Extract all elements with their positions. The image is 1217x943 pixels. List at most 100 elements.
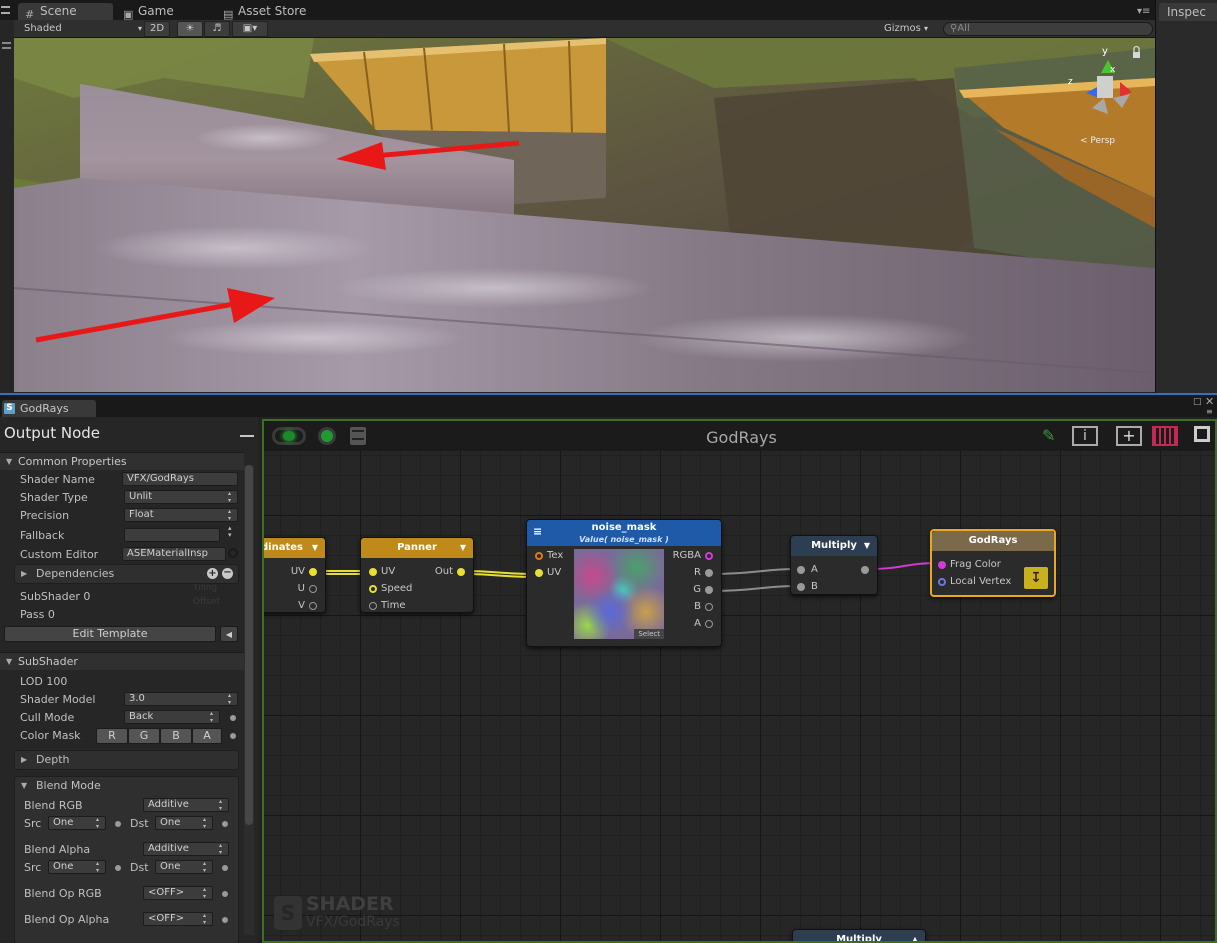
- template-menu-button[interactable]: ◀: [220, 626, 238, 642]
- color-mask-g-toggle[interactable]: G: [128, 728, 160, 744]
- texcoord-u-output-pin[interactable]: [309, 585, 317, 593]
- tab-options-icon[interactable]: ≡: [1206, 407, 1213, 416]
- panner-node-header[interactable]: Panner ▼: [361, 538, 473, 558]
- godrays-node-header[interactable]: GodRays: [932, 531, 1054, 551]
- panel-menu-icon[interactable]: [1, 6, 10, 14]
- graph-canvas[interactable]: GodRays ✎ i + dinates ▼ UV U V Panner ▼ …: [262, 419, 1217, 943]
- panner-time-input-pin[interactable]: [369, 602, 377, 610]
- tab-game[interactable]: ▣ Game: [116, 3, 216, 21]
- audio-toggle-button[interactable]: ♬: [204, 21, 230, 37]
- tab-inspector[interactable]: Inspec: [1159, 3, 1217, 21]
- blend-rgb-src-inline-toggle[interactable]: [115, 821, 121, 827]
- blend-op-rgb-dropdown[interactable]: <OFF>: [143, 886, 213, 900]
- blend-alpha-dst-inline-toggle[interactable]: [222, 865, 228, 871]
- noise-a-output-pin[interactable]: [705, 620, 713, 628]
- maximize-icon[interactable]: □: [1193, 397, 1202, 407]
- color-mask-inline-toggle[interactable]: [230, 733, 236, 739]
- remove-dependency-icon[interactable]: −: [222, 568, 233, 579]
- tab-options-icon[interactable]: ▾≡: [1137, 6, 1150, 17]
- panner-speed-input-pin[interactable]: [369, 585, 377, 593]
- texcoord-uv-output-pin[interactable]: [309, 568, 317, 576]
- reset-icon[interactable]: [228, 548, 238, 558]
- tab-asset-store[interactable]: ▤ Asset Store: [216, 3, 326, 21]
- blend-op-rgb-label: Blend Op RGB: [24, 887, 102, 900]
- multiply-node[interactable]: Multiply ▼ A B: [790, 535, 878, 595]
- blend-alpha-src-dropdown[interactable]: One: [48, 860, 106, 874]
- panner-uv-input-pin[interactable]: [369, 568, 377, 576]
- blend-alpha-dropdown[interactable]: Additive: [143, 842, 229, 856]
- scene-search-field[interactable]: ⚲All: [943, 22, 1153, 36]
- cull-mode-dropdown[interactable]: Back: [124, 710, 220, 724]
- 2d-toggle-button[interactable]: 2D: [144, 21, 170, 37]
- color-mask-r-toggle[interactable]: R: [96, 728, 128, 744]
- noise-mask-texture-node[interactable]: noise_mask Value( noise_mask ) ≡ Tex UV …: [526, 519, 722, 647]
- fallback-field[interactable]: [124, 528, 220, 542]
- noise-tex-input-pin[interactable]: [535, 552, 543, 560]
- blend-rgb-dst-inline-toggle[interactable]: [222, 821, 228, 827]
- color-mask-b-toggle[interactable]: B: [160, 728, 192, 744]
- blend-rgb-src-dropdown[interactable]: One: [48, 816, 106, 830]
- fallback-stepper-icon[interactable]: ▴▾: [228, 525, 234, 539]
- noise-r-output-pin[interactable]: [705, 569, 713, 577]
- blend-rgb-dropdown[interactable]: Additive: [143, 798, 229, 812]
- blend-rgb-dst-dropdown[interactable]: One: [155, 816, 213, 830]
- noise-texture-preview[interactable]: Select: [574, 549, 664, 639]
- shader-type-dropdown[interactable]: Unlit: [124, 490, 238, 504]
- cull-mode-inline-toggle[interactable]: [230, 715, 236, 721]
- save-shader-icon[interactable]: ↧: [1024, 567, 1048, 589]
- common-properties-header[interactable]: ▼ Common Properties: [0, 452, 244, 470]
- texture-coordinates-node-header[interactable]: dinates ▼: [264, 538, 325, 558]
- scrollbar-thumb[interactable]: [245, 465, 253, 825]
- shader-model-dropdown[interactable]: 3.0: [124, 692, 238, 706]
- add-dependency-icon[interactable]: +: [207, 568, 218, 579]
- watermark-subtitle: VFX/GodRays: [306, 914, 400, 930]
- multiply-output-pin[interactable]: [861, 566, 869, 574]
- minimize-panel-icon[interactable]: [240, 435, 254, 437]
- triangle-right-icon: ▶: [21, 755, 28, 764]
- custom-editor-field[interactable]: ASEMaterialInsp: [122, 547, 226, 561]
- menu-icon[interactable]: ≡: [533, 526, 542, 538]
- blend-op-rgb-inline-toggle[interactable]: [222, 891, 228, 897]
- scene-viewport[interactable]: y x z < Persp: [14, 38, 1155, 392]
- color-mask-a-toggle[interactable]: A: [192, 728, 222, 744]
- noise-uv-input-pin[interactable]: [535, 569, 543, 577]
- edit-template-button[interactable]: Edit Template: [4, 626, 216, 642]
- triangle-right-icon: ▶: [21, 569, 28, 578]
- godrays-output-node[interactable]: GodRays Frag Color Local Vertex ↧: [930, 529, 1056, 597]
- shader-name-field[interactable]: VFX/GodRays: [122, 472, 238, 486]
- panner-out-output-pin[interactable]: [457, 568, 465, 576]
- properties-scrollbar[interactable]: [244, 465, 254, 935]
- noise-rgba-output-pin[interactable]: [705, 552, 713, 560]
- dependencies-foldout[interactable]: ▶ Dependencies: [14, 564, 239, 584]
- noise-g-output-pin[interactable]: [705, 586, 713, 594]
- blend-alpha-src-inline-toggle[interactable]: [115, 865, 121, 871]
- texture-select-button[interactable]: Select: [634, 629, 664, 639]
- lighting-toggle-button[interactable]: ☀: [177, 21, 203, 37]
- noise-mask-node-header[interactable]: noise_mask Value( noise_mask ) ≡: [527, 520, 721, 546]
- panel-menu-icon-2[interactable]: [2, 42, 11, 49]
- tab-scene[interactable]: # Scene: [18, 3, 113, 21]
- multiply-node-2-header[interactable]: Multiply ▲: [793, 930, 925, 941]
- texture-coordinates-node[interactable]: dinates ▼ UV U V: [264, 537, 326, 613]
- shading-mode-dropdown[interactable]: Shaded ▾: [24, 22, 142, 36]
- effects-toggle-button[interactable]: ▣▾: [232, 21, 268, 37]
- blend-alpha-dst-dropdown[interactable]: One: [155, 860, 213, 874]
- local-vertex-input-pin[interactable]: [938, 578, 946, 586]
- scene-render: y x z < Persp: [14, 38, 1155, 392]
- blend-op-alpha-dropdown[interactable]: <OFF>: [143, 912, 213, 926]
- depth-foldout[interactable]: ▶ Depth: [14, 750, 239, 770]
- view-lock-icon[interactable]: [1130, 46, 1144, 60]
- texcoord-v-output-pin[interactable]: [309, 602, 317, 610]
- cull-mode-label: Cull Mode: [20, 711, 75, 724]
- subshader-header[interactable]: ▼ SubShader: [0, 652, 244, 670]
- noise-b-output-pin[interactable]: [705, 603, 713, 611]
- gizmos-dropdown[interactable]: Gizmos ▾: [884, 22, 936, 36]
- multiply-node-header[interactable]: Multiply ▼: [791, 536, 877, 556]
- tab-godrays[interactable]: S GodRays: [2, 400, 96, 417]
- multiply-a-input-pin[interactable]: [797, 566, 805, 574]
- panner-node[interactable]: Panner ▼ UV Speed Time Out: [360, 537, 474, 613]
- multiply-b-input-pin[interactable]: [797, 583, 805, 591]
- precision-dropdown[interactable]: Float: [124, 508, 238, 522]
- blend-op-alpha-inline-toggle[interactable]: [222, 917, 228, 923]
- frag-color-input-pin[interactable]: [938, 561, 946, 569]
